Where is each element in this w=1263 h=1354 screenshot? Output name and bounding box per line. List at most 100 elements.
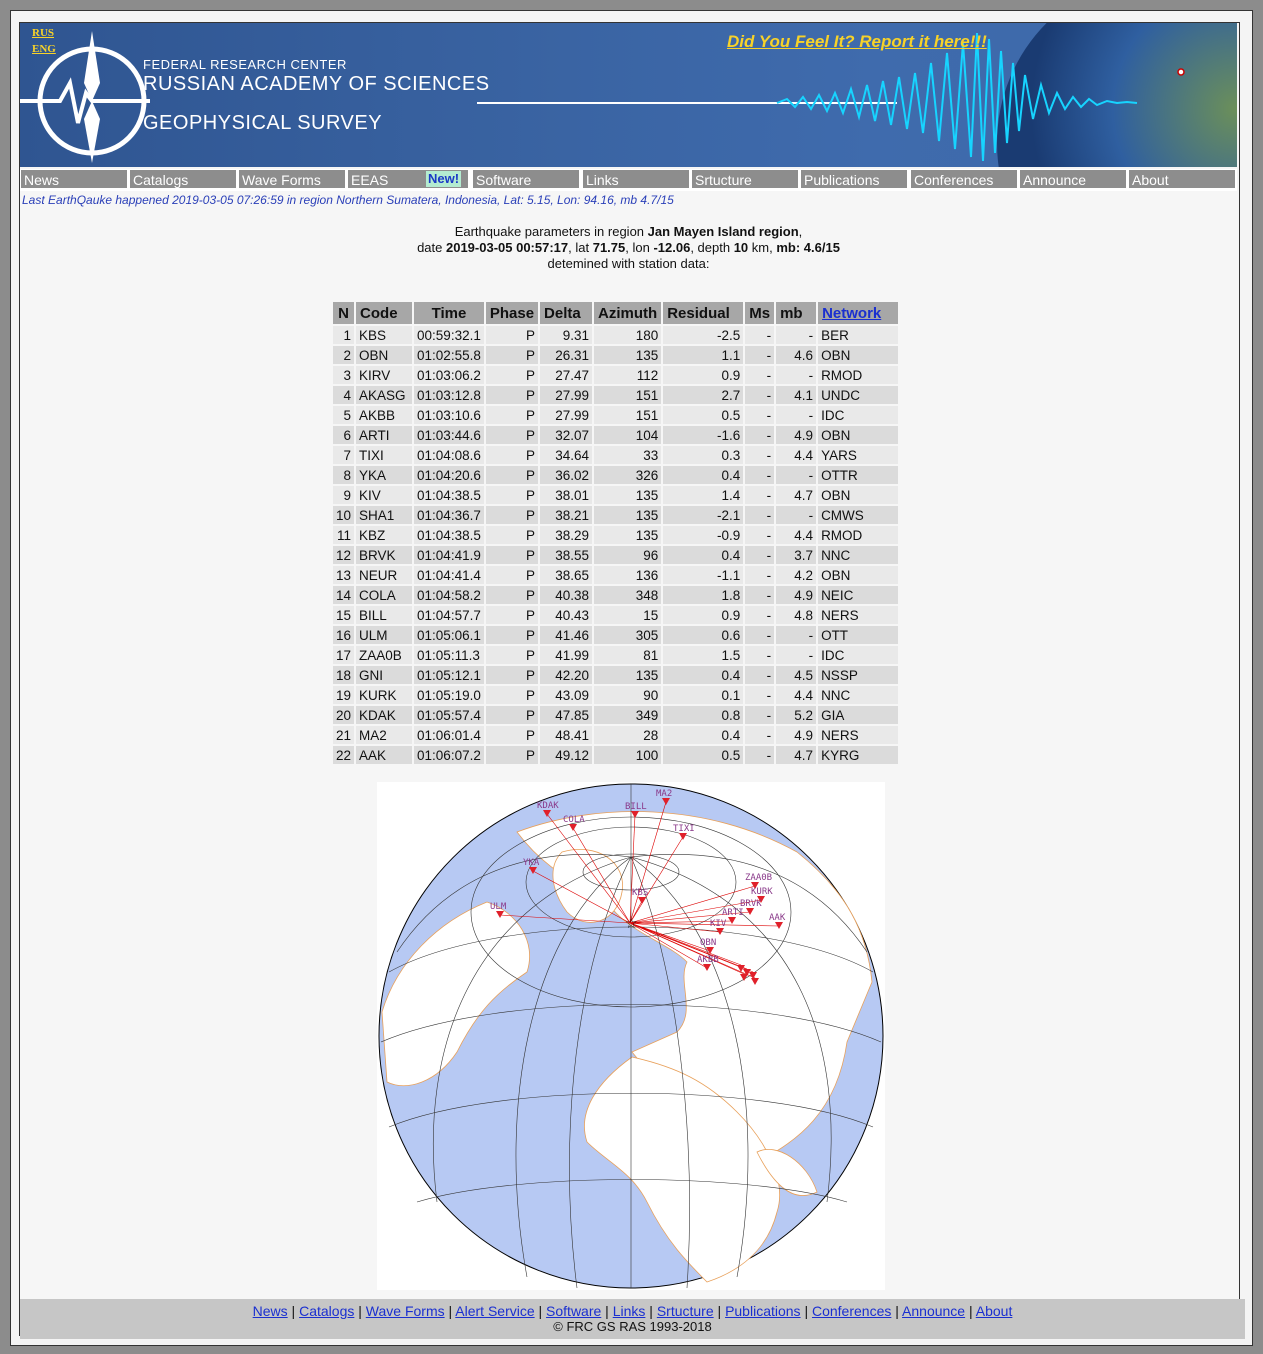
cell-mb: 4.4	[776, 526, 817, 544]
table-row: 16 ULM 01:05:06.1 P 41.46 305 0.6- - OTT	[333, 626, 899, 644]
cell-azimuth: 112	[594, 366, 662, 384]
lon-label: , lon	[625, 240, 654, 255]
page-inner: RUS ENG FEDERAL RESEARCH CENTER RUSSIAN …	[19, 22, 1245, 1339]
cell-ms: -	[745, 366, 775, 384]
nav-item-publications[interactable]: Publications	[800, 169, 908, 189]
nav-item-announce[interactable]: Announce	[1019, 169, 1127, 189]
cell-ms: -	[745, 706, 775, 724]
footer-links: News | Catalogs | Wave Forms | Alert Ser…	[252, 1303, 1013, 1319]
station-label: YKA	[523, 858, 540, 868]
footer-link-alert-service[interactable]: Alert Service	[455, 1303, 534, 1319]
cell-ms: -	[745, 406, 775, 424]
report-felt-link[interactable]: Did You Feel It? Report it here!!!	[727, 32, 987, 52]
cell-mb: -	[776, 466, 817, 484]
table-row: 22 AAK 01:06:07.2 P 49.12 100 0.5-4.7 KYRG	[333, 746, 899, 764]
cell-code: TIXI	[356, 446, 413, 464]
cell-network: OBN	[818, 346, 899, 364]
cell-time: 01:04:41.9	[414, 546, 484, 564]
cell-network: OBN	[818, 486, 899, 504]
network-sort-link[interactable]: Network	[822, 305, 881, 322]
table-row: 14 COLA 01:04:58.2 P 40.38 348 1.8-4.9 NEIC	[333, 586, 899, 604]
cell-residual: 0.4	[663, 466, 744, 484]
cell-delta: 43.09	[540, 686, 593, 704]
cell-n: 9	[333, 486, 355, 504]
footer-link-announce[interactable]: Announce	[902, 1303, 965, 1319]
cell-code: AKASG	[356, 386, 413, 404]
cell-network: NERS	[818, 726, 899, 744]
cell-delta: 48.41	[540, 726, 593, 744]
cell-azimuth: 135	[594, 346, 662, 364]
cell-ms: -	[745, 466, 775, 484]
cell-mb: 4.8	[776, 606, 817, 624]
cell-phase: P	[485, 506, 539, 524]
cell-code: OBN	[356, 346, 413, 364]
cell-time: 01:03:10.6	[414, 406, 484, 424]
table-row: 6 ARTI 01:03:44.6 P 32.07 104 -1.6-4.9 OBN	[333, 426, 899, 444]
footer-link-conferences[interactable]: Conferences	[812, 1303, 891, 1319]
nav-item-wave-forms[interactable]: Wave Forms	[238, 169, 346, 189]
footer-link-catalogs[interactable]: Catalogs	[299, 1303, 354, 1319]
cell-residual: 1.1	[663, 346, 744, 364]
cell-delta: 38.65	[540, 566, 593, 584]
cell-delta: 26.31	[540, 346, 593, 364]
cell-network: NSSP	[818, 666, 899, 684]
table-row: 1 KBS 00:59:32.1 P 9.31 180 -2.5- - BER	[333, 326, 899, 344]
footer-link-software[interactable]: Software	[546, 1303, 601, 1319]
cell-code: YKA	[356, 466, 413, 484]
lat-label: , lat	[568, 240, 593, 255]
station-label: MA2	[656, 789, 672, 799]
header-banner: RUS ENG FEDERAL RESEARCH CENTER RUSSIAN …	[20, 23, 1237, 167]
station-label: KIV	[710, 919, 727, 929]
footer-link-structure[interactable]: Srtucture	[657, 1303, 714, 1319]
banner-title-line3: GEOPHYSICAL SURVEY	[143, 112, 383, 134]
cell-time: 01:04:08.6	[414, 446, 484, 464]
table-row: 13 NEUR 01:04:41.4 P 38.65 136 -1.1-4.2 OBN	[333, 566, 899, 584]
station-label: ARTI	[722, 908, 744, 918]
cell-mb: -	[776, 626, 817, 644]
cell-code: GNI	[356, 666, 413, 684]
cell-n: 20	[333, 706, 355, 724]
nav-item-about[interactable]: About	[1128, 169, 1236, 189]
footer-link-news[interactable]: News	[253, 1303, 288, 1319]
footer-link-wave-forms[interactable]: Wave Forms	[366, 1303, 445, 1319]
cell-delta: 41.46	[540, 626, 593, 644]
new-badge[interactable]: New!	[426, 171, 462, 187]
cell-azimuth: 135	[594, 666, 662, 684]
nav-item-conferences[interactable]: Conferences	[910, 169, 1018, 189]
depth-label: , depth	[690, 240, 734, 255]
cell-ms: -	[745, 426, 775, 444]
cell-residual: 2.7	[663, 386, 744, 404]
cell-mb: 4.2	[776, 566, 817, 584]
cell-n: 13	[333, 566, 355, 584]
cell-code: COLA	[356, 586, 413, 604]
globe-projection-map: KDAKCOLABILLMA2TIXIYKAULMKBSZAA0BKURKBRV…	[378, 783, 884, 1289]
cell-code: BRVK	[356, 546, 413, 564]
cell-n: 10	[333, 506, 355, 524]
cell-ms: -	[745, 486, 775, 504]
nav-item-catalogs[interactable]: Catalogs	[129, 169, 237, 189]
cell-time: 01:04:20.6	[414, 466, 484, 484]
cell-mb: 4.4	[776, 446, 817, 464]
cell-network: NEIC	[818, 586, 899, 604]
cell-azimuth: 135	[594, 526, 662, 544]
nav-item-structure[interactable]: Srtucture	[691, 169, 799, 189]
nav-item-software[interactable]: Software	[472, 169, 580, 189]
nav-item-news[interactable]: News	[20, 169, 128, 189]
table-row: 5 AKBB 01:03:10.6 P 27.99 151 0.5- - IDC	[333, 406, 899, 424]
cell-time: 01:03:44.6	[414, 426, 484, 444]
cell-phase: P	[485, 466, 539, 484]
nav-item-links[interactable]: Links	[582, 169, 690, 189]
footer-link-about[interactable]: About	[976, 1303, 1013, 1319]
footer-link-publications[interactable]: Publications	[725, 1303, 801, 1319]
table-row: 4 AKASG 01:03:12.8 P 27.99 151 2.7-4.1 UNDC	[333, 386, 899, 404]
cell-network: OTT	[818, 626, 899, 644]
footer-link-links[interactable]: Links	[613, 1303, 646, 1319]
cell-delta: 27.99	[540, 386, 593, 404]
cell-code: KURK	[356, 686, 413, 704]
cell-residual: 0.6	[663, 626, 744, 644]
cell-time: 01:06:01.4	[414, 726, 484, 744]
table-row: 9 KIV 01:04:38.5 P 38.01 135 1.4-4.7 OBN	[333, 486, 899, 504]
cell-code: SHA1	[356, 506, 413, 524]
cell-network: NERS	[818, 606, 899, 624]
cell-residual: -2.1	[663, 506, 744, 524]
